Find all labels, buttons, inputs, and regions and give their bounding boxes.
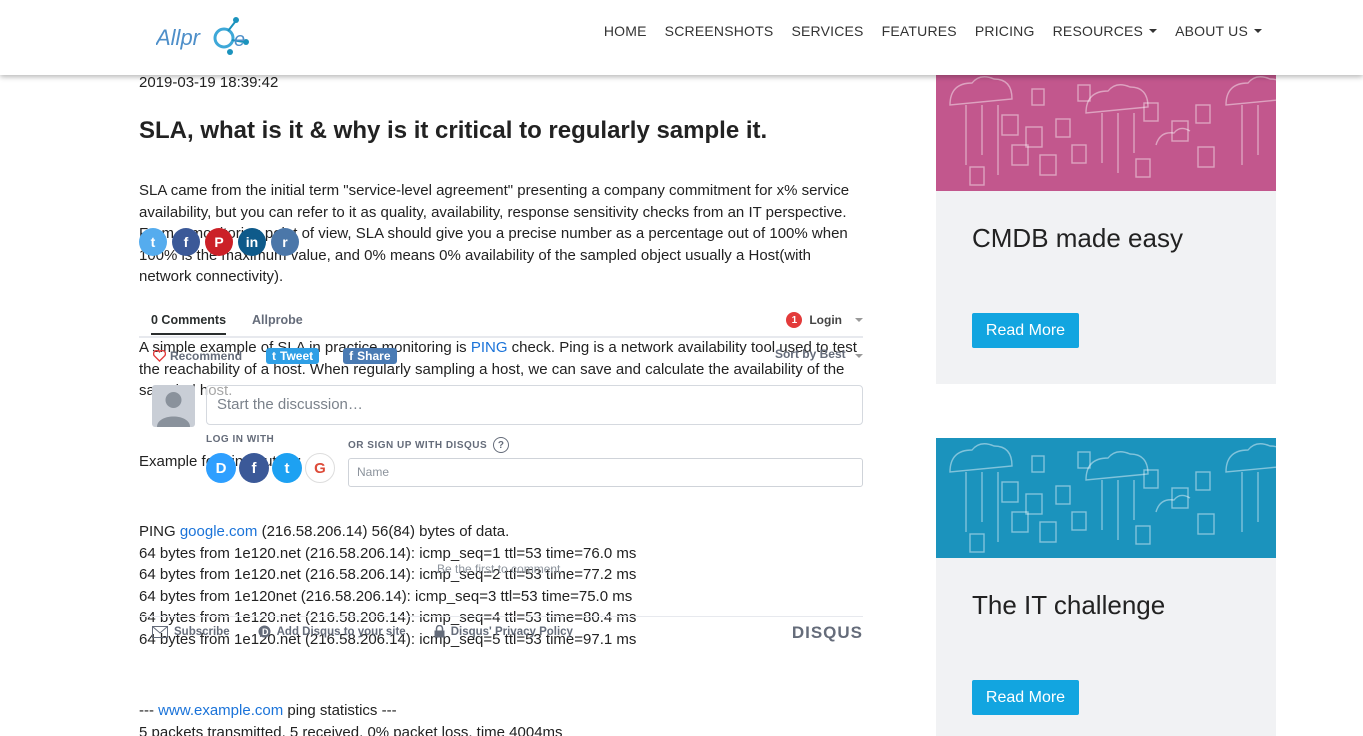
social-login-icons: D f t G xyxy=(206,453,335,483)
privacy-label: Disqus' Privacy Policy xyxy=(450,625,573,638)
svg-text:e: e xyxy=(234,29,245,51)
svg-text:D: D xyxy=(262,627,269,637)
share-button[interactable]: f Share xyxy=(343,348,397,364)
google-icon[interactable]: G xyxy=(305,453,335,483)
mail-icon xyxy=(152,625,168,638)
ping-statistics: --- www.example.com ping statistics --- … xyxy=(139,700,563,736)
heart-icon xyxy=(153,350,166,362)
stats-prefix: --- xyxy=(139,702,159,719)
chevron-down-icon xyxy=(1254,29,1262,33)
card-title: CMDB made easy xyxy=(972,223,1183,253)
recommend-button[interactable]: Recommend xyxy=(153,349,242,363)
tab-comments[interactable]: 0 Comments xyxy=(151,313,227,335)
disqus-login-menu[interactable]: 1 Login xyxy=(786,312,863,328)
stats-line: 5 packets transmitted, 5 received, 0% pa… xyxy=(139,723,563,736)
sidebar-card-it-challenge: The IT challenge Read More xyxy=(936,438,1276,736)
privacy-link[interactable]: Disqus' Privacy Policy xyxy=(434,625,573,638)
twitter-icon[interactable]: t xyxy=(272,453,302,483)
svg-text:Allpr: Allpr xyxy=(156,25,202,50)
tweet-button[interactable]: t Tweet xyxy=(266,348,320,364)
comment-input[interactable]: Start the discussion… xyxy=(206,385,863,425)
divider xyxy=(139,336,863,338)
nav-about-us[interactable]: ABOUT US xyxy=(1175,23,1262,39)
disqus-icon[interactable]: D xyxy=(206,453,236,483)
sort-dropdown[interactable]: Sort by Best xyxy=(775,347,863,361)
allprobe-logo[interactable]: Allpr e xyxy=(156,12,252,56)
example-link[interactable]: www.example.com xyxy=(158,702,283,719)
nav-label: FEATURES xyxy=(881,23,957,39)
cloud-documents-illustration xyxy=(949,76,1276,186)
recommend-label: Recommend xyxy=(170,349,243,363)
nav-services[interactable]: SERVICES xyxy=(791,23,863,39)
stats-header: --- www.example.com ping statistics --- xyxy=(139,700,563,722)
sign-up-label: OR SIGN UP WITH DISQUS? xyxy=(348,437,510,453)
notification-badge: 1 xyxy=(786,312,803,328)
cloud-documents-illustration xyxy=(949,443,1276,553)
chevron-down-icon xyxy=(855,318,863,322)
nav-resources[interactable]: RESOURCES xyxy=(1052,23,1158,39)
user-icon xyxy=(157,392,190,427)
main-nav: HOME SCREENSHOTS SERVICES FEATURES PRICI… xyxy=(604,23,1262,39)
subscribe-link[interactable]: Subscribe xyxy=(152,625,230,638)
divider xyxy=(139,616,863,617)
disqus-small-icon: D xyxy=(258,625,271,638)
tab-community[interactable]: Allprobe xyxy=(252,313,303,335)
disqus-logo[interactable]: DISQUS xyxy=(792,623,863,643)
linkedin-icon[interactable]: in xyxy=(238,228,266,256)
chevron-down-icon xyxy=(1149,29,1158,33)
login-label: Login xyxy=(809,313,842,327)
nav-pricing[interactable]: PRICING xyxy=(975,23,1035,39)
sort-label: Sort by Best xyxy=(774,347,846,361)
pinterest-icon[interactable]: P xyxy=(205,228,233,256)
post-date: 2019-03-19 18:39:42 xyxy=(139,74,279,91)
subscribe-label: Subscribe xyxy=(174,625,230,638)
card-illustration xyxy=(936,75,1276,191)
nav-screenshots[interactable]: SCREENSHOTS xyxy=(665,23,774,39)
nav-home[interactable]: HOME xyxy=(604,23,647,39)
facebook-icon[interactable]: f xyxy=(172,228,200,256)
read-more-button[interactable]: Read More xyxy=(972,680,1079,715)
nav-label: SCREENSHOTS xyxy=(664,23,774,39)
disqus-actions: Recommend t Tweet f Share xyxy=(153,348,397,364)
share-label: Share xyxy=(357,349,391,363)
disqus-tabs: 0 Comments Allprobe xyxy=(151,313,303,335)
nav-label: RESOURCES xyxy=(1052,23,1144,39)
sidebar-card-cmdb: CMDB made easy Read More xyxy=(936,75,1276,384)
reddit-icon[interactable]: r xyxy=(271,228,299,256)
help-icon[interactable]: ? xyxy=(493,437,510,453)
chevron-down-icon xyxy=(855,354,863,358)
nav-label: SERVICES xyxy=(791,23,864,39)
add-disqus-link[interactable]: D Add Disqus to your site xyxy=(258,625,406,638)
twitter-icon: t xyxy=(272,349,277,363)
read-more-button[interactable]: Read More xyxy=(972,313,1079,348)
nav-label: HOME xyxy=(603,23,647,39)
nav-label: ABOUT US xyxy=(1175,23,1248,39)
avatar xyxy=(152,385,195,427)
lock-icon xyxy=(434,625,445,638)
sign-up-text: OR SIGN UP WITH DISQUS xyxy=(348,439,488,451)
log-in-with-label: LOG IN WITH xyxy=(206,434,275,445)
name-field[interactable]: Name xyxy=(348,458,863,487)
facebook-icon: f xyxy=(349,349,354,363)
nav-label: PRICING xyxy=(974,23,1035,39)
post-title: SLA, what is it & why is it critical to … xyxy=(139,117,768,144)
share-bar: t f P in r xyxy=(139,228,299,256)
top-navbar: Allpr e HOME SCREENSHOTS SERVICES FEATUR… xyxy=(0,0,1363,75)
facebook-icon[interactable]: f xyxy=(239,453,269,483)
card-title: The IT challenge xyxy=(972,590,1166,620)
twitter-icon[interactable]: t xyxy=(139,228,167,256)
stats-suffix: ping statistics --- xyxy=(283,702,397,719)
nav-features[interactable]: FEATURES xyxy=(882,23,957,39)
disqus-comments: 0 Comments Allprobe 1 Login Recommend tT… xyxy=(139,305,863,645)
card-illustration xyxy=(936,438,1276,558)
disqus-footer: Subscribe D Add Disqus to your site Disq… xyxy=(152,625,573,638)
add-disqus-label: Add Disqus to your site xyxy=(276,625,406,638)
tweet-label: Tweet xyxy=(280,349,314,363)
empty-comments-text: Be the first to comment. xyxy=(437,562,564,576)
